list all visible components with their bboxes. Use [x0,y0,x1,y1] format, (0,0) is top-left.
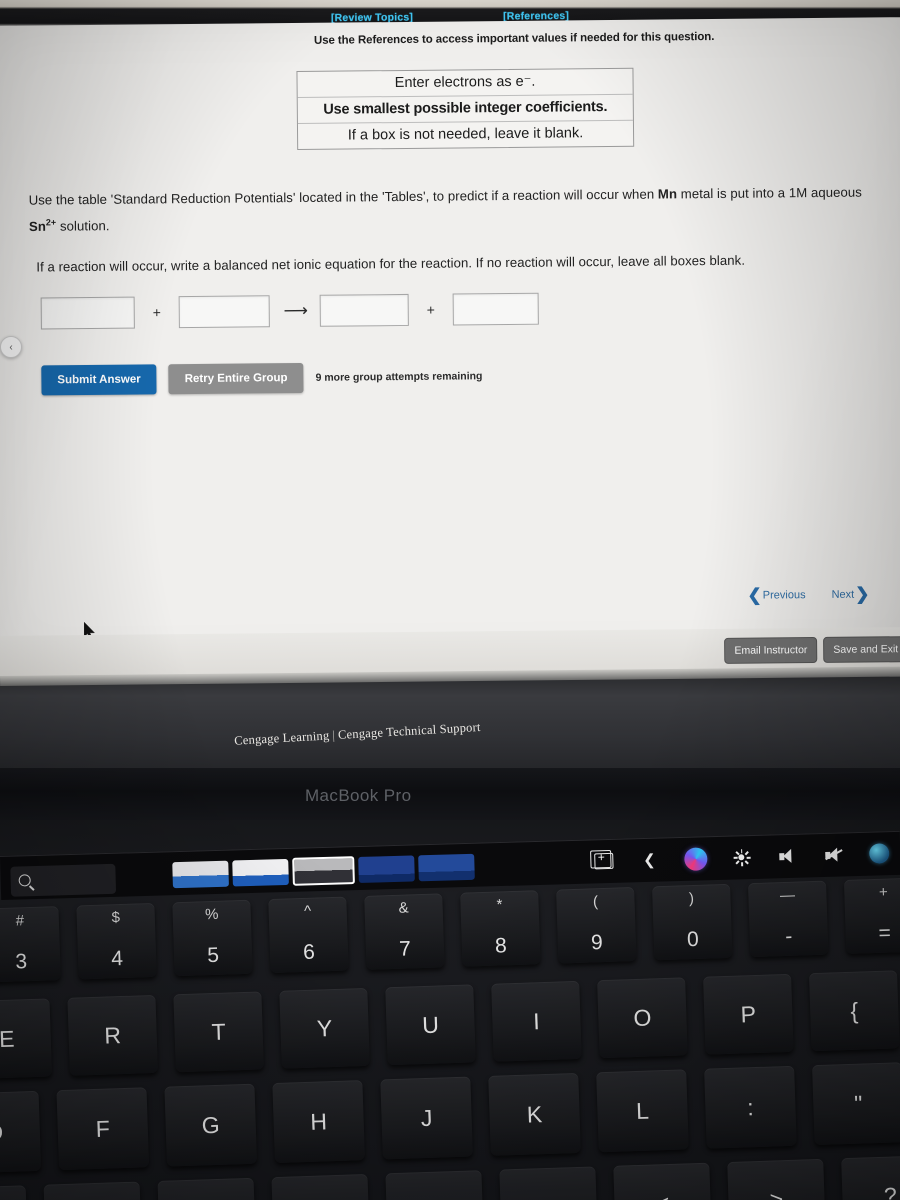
question-text: Use the table 'Standard Reduction Potent… [29,179,880,281]
chevron-right-icon: ❯ [855,584,870,604]
product-2-input[interactable] [452,292,539,326]
key-e[interactable]: E [0,998,53,1080]
keyboard-number-row: #3 $4 % 5 ^ 6 & 7 * 8 (9 ) 0 — - + = [0,877,900,983]
assignment-page: Use the References to access important v… [0,17,900,666]
key-slash[interactable]: ? [841,1155,900,1200]
key-j[interactable]: J [380,1076,473,1160]
instruction-line-1: Enter electrons as e⁻. [297,68,633,99]
question-p1-part1: Use the table 'Standard Reduction Potent… [28,186,658,208]
tab-thumbnail[interactable] [358,855,415,883]
key-c[interactable] [43,1181,143,1200]
key-5[interactable]: % 5 [172,899,253,977]
key-r[interactable]: R [67,994,158,1076]
key-g[interactable]: G [164,1083,258,1167]
key-bracket-left[interactable]: { [809,970,900,1052]
key-p[interactable]: P [703,973,794,1055]
search-icon [18,874,31,887]
mute-icon[interactable] [818,840,849,869]
macbook-pro-logo: MacBook Pro [305,786,412,805]
key-v[interactable] [157,1177,257,1200]
instruction-line-2: Use smallest possible integer coefficien… [297,94,633,125]
key-n[interactable] [385,1170,484,1200]
key-m[interactable] [499,1166,598,1200]
browser-back-widget[interactable]: ‹ [0,336,22,358]
key-y[interactable]: Y [279,987,370,1069]
new-tab-icon[interactable] [588,847,619,876]
key-6[interactable]: ^ 6 [268,896,349,974]
submit-answer-button[interactable]: Submit Answer [41,364,157,396]
key-k[interactable]: K [488,1072,581,1156]
key-comma[interactable]: < [613,1162,712,1200]
question-p1-superscript: 2+ [45,217,57,228]
key-i[interactable]: I [491,980,582,1062]
reference-note: Use the References to access important v… [313,30,715,47]
email-instructor-button[interactable]: Email Instructor [724,637,818,664]
reaction-arrow-icon: ⟶ [283,300,307,321]
key-l[interactable]: L [596,1069,689,1153]
question-p1-bold-sn: Sn [28,219,46,235]
key-minus[interactable]: — - [747,880,829,958]
tab-thumbnail-selected[interactable] [292,856,355,886]
attempts-remaining-label: 9 more group attempts remaining [315,370,483,384]
next-label: Next [831,588,855,601]
siri-icon[interactable] [680,844,711,873]
chevron-left-icon: ❮ [747,585,762,605]
key-spacebar-left[interactable] [0,1185,29,1200]
key-9[interactable]: (9 [556,886,637,964]
keyboard-home-row: D F G H J K L : " [0,1062,900,1174]
key-4[interactable]: $4 [76,902,157,980]
touch-id-icon[interactable] [864,839,895,868]
screenshot-stage: [Review Topics] [References] Use the Ref… [0,0,900,1200]
equation-input-row: + ⟶ + [40,288,561,333]
question-p1-part3: solution. [56,218,110,235]
keyboard-qwerty-row: E R T Y U I O P { " [0,966,900,1080]
key-o[interactable]: O [597,977,688,1059]
question-paragraph-1: Use the table 'Standard Reduction Potent… [29,179,879,240]
key-semicolon[interactable]: : [704,1065,797,1149]
tab-thumbnail[interactable] [172,860,229,889]
question-p1-part2: metal is put into a 1M aqueous [676,184,862,202]
previous-link[interactable]: ❮ Previous [747,585,806,605]
key-0[interactable]: ) 0 [652,883,733,961]
key-f[interactable]: F [56,1087,150,1171]
key-b[interactable] [271,1173,371,1200]
tab-thumbnail[interactable] [418,853,475,882]
instruction-box: Enter electrons as e⁻. Use smallest poss… [296,67,635,151]
next-link[interactable]: Next ❯ [831,584,870,604]
reactant-1-input[interactable] [40,296,135,330]
key-3[interactable]: #3 [0,906,61,983]
tab-thumbnail[interactable] [232,858,289,887]
retry-entire-group-button[interactable]: Retry Entire Group [168,362,304,395]
keyboard: #3 $4 % 5 ^ 6 & 7 * 8 (9 ) 0 — - + = E R T Y U … [0,866,900,1200]
key-apostrophe[interactable]: " [812,1062,900,1146]
key-d[interactable]: D [0,1090,42,1174]
reactant-2-input[interactable] [178,295,270,329]
footer-button-group: Email Instructor Save and Exit [724,636,900,664]
save-and-exit-button[interactable]: Save and Exit [823,636,900,663]
key-t[interactable]: T [173,991,264,1073]
back-chevron-icon[interactable]: ❮ [634,845,665,874]
pagination-nav: ❮ Previous Next ❯ [747,584,900,605]
previous-label: Previous [762,588,806,602]
plus-operator-2: + [426,301,435,318]
action-button-row: Submit Answer Retry Entire Group 9 more … [41,361,483,396]
key-8[interactable]: * 8 [460,890,541,967]
brightness-icon[interactable] [726,843,757,872]
question-p1-bold-mn: Mn [657,186,678,202]
plus-operator-1: + [152,304,161,321]
question-paragraph-2: If a reaction will occur, write a balanc… [36,252,746,275]
volume-icon[interactable] [772,842,803,871]
key-u[interactable]: U [385,984,476,1066]
key-7[interactable]: & 7 [364,893,445,970]
instruction-line-3: If a box is not needed, leave it blank. [347,125,584,144]
key-h[interactable]: H [272,1080,365,1164]
product-1-input[interactable] [319,293,409,327]
key-period[interactable]: > [727,1158,826,1200]
key-equals[interactable]: + = [843,877,900,954]
